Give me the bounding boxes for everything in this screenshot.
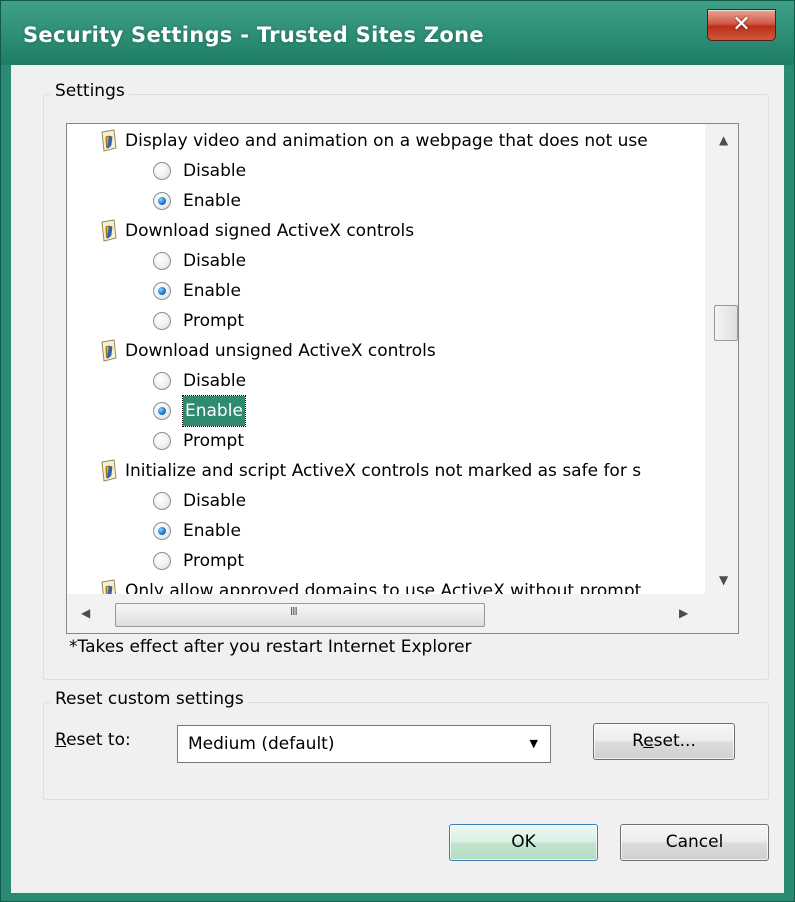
setting-header-label: Download unsigned ActiveX controls [125, 341, 436, 361]
setting-option-label: Prompt [183, 311, 244, 331]
settings-list[interactable]: Display video and animation on a webpage… [66, 123, 739, 634]
setting-option-label: Disable [183, 491, 247, 511]
setting-header: Download signed ActiveX controls [101, 216, 415, 246]
security-setting-icon [99, 459, 119, 483]
security-setting-icon [99, 339, 119, 363]
setting-header: Initialize and script ActiveX controls n… [101, 456, 642, 486]
setting-header-label: Initialize and script ActiveX controls n… [125, 461, 642, 481]
security-setting-icon [99, 579, 119, 594]
reset-group-label: Reset custom settings [51, 689, 248, 709]
setting-option[interactable]: Prompt [153, 546, 244, 576]
reset-to-text: eset to: [66, 730, 131, 750]
setting-option-label: Enable [183, 281, 241, 301]
setting-option[interactable]: Disable [153, 366, 247, 396]
setting-option-label: Prompt [183, 431, 244, 451]
scroll-left-icon[interactable]: ◀ [81, 607, 90, 619]
scroll-up-icon[interactable]: ▲ [719, 134, 728, 146]
radio-unchecked-icon[interactable] [153, 552, 171, 570]
ok-button[interactable]: OK [449, 824, 598, 861]
radio-checked-icon[interactable] [153, 402, 171, 420]
close-icon: ✕ [732, 12, 751, 37]
security-setting-icon [99, 219, 119, 243]
setting-option[interactable]: Disable [153, 486, 247, 516]
scroll-down-icon[interactable]: ▼ [719, 574, 728, 586]
scroll-grip-icon: III [290, 605, 298, 618]
setting-option-label: Disable [183, 371, 247, 391]
setting-option-label: Disable [183, 161, 247, 181]
horizontal-scrollbar[interactable]: ◀ III ▶ [67, 594, 738, 633]
setting-header: Download unsigned ActiveX controls [101, 336, 436, 366]
setting-option-label: Enable [182, 395, 246, 427]
radio-unchecked-icon[interactable] [153, 162, 171, 180]
close-button[interactable]: ✕ [707, 9, 776, 41]
setting-option[interactable]: Disable [153, 246, 247, 276]
settings-list-content: Display video and animation on a webpage… [67, 124, 705, 594]
setting-option[interactable]: Prompt [153, 306, 244, 336]
horizontal-scroll-thumb[interactable]: III [115, 603, 485, 627]
reset-button[interactable]: Reset... [593, 723, 735, 760]
radio-unchecked-icon[interactable] [153, 492, 171, 510]
setting-header-label: Display video and animation on a webpage… [125, 131, 648, 151]
setting-header-label: Download signed ActiveX controls [125, 221, 415, 241]
setting-option-label: Enable [183, 191, 241, 211]
setting-option-label: Prompt [183, 551, 244, 571]
radio-unchecked-icon[interactable] [153, 432, 171, 450]
setting-option[interactable]: Enable [153, 516, 241, 546]
reset-to-mnemonic: R [55, 730, 67, 750]
radio-checked-icon[interactable] [153, 192, 171, 210]
title-bar[interactable]: Security Settings - Trusted Sites Zone ✕ [1, 1, 794, 65]
radio-unchecked-icon[interactable] [153, 312, 171, 330]
security-settings-window: Security Settings - Trusted Sites Zone ✕… [0, 0, 795, 902]
vertical-scrollbar[interactable]: ▲ ▼ [705, 124, 738, 594]
setting-option[interactable]: Enable [153, 395, 246, 427]
setting-option[interactable]: Enable [153, 186, 241, 216]
radio-unchecked-icon[interactable] [153, 252, 171, 270]
radio-checked-icon[interactable] [153, 522, 171, 540]
radio-unchecked-icon[interactable] [153, 372, 171, 390]
reset-level-value: Medium (default) [188, 734, 335, 754]
setting-header-label: Only allow approved domains to use Activ… [125, 581, 642, 594]
restart-note: *Takes effect after you restart Internet… [69, 637, 472, 657]
window-title: Security Settings - Trusted Sites Zone [23, 23, 484, 47]
reset-level-select[interactable]: Medium (default) ▼ [177, 725, 551, 763]
dialog-body: Settings Display video and animation on … [11, 65, 784, 893]
setting-option-label: Disable [183, 251, 247, 271]
radio-checked-icon[interactable] [153, 282, 171, 300]
dropdown-arrow-icon: ▼ [529, 737, 538, 750]
setting-header: Display video and animation on a webpage… [101, 126, 648, 156]
vertical-scroll-thumb[interactable] [714, 305, 738, 341]
scroll-right-icon[interactable]: ▶ [679, 607, 688, 619]
setting-header: Only allow approved domains to use Activ… [101, 576, 642, 594]
reset-to-label: Reset to: [55, 730, 131, 750]
cancel-button[interactable]: Cancel [620, 824, 769, 861]
setting-option[interactable]: Enable [153, 276, 241, 306]
setting-option-label: Enable [183, 521, 241, 541]
setting-option[interactable]: Prompt [153, 426, 244, 456]
settings-group-label: Settings [51, 81, 129, 101]
setting-option[interactable]: Disable [153, 156, 247, 186]
security-setting-icon [99, 129, 119, 153]
